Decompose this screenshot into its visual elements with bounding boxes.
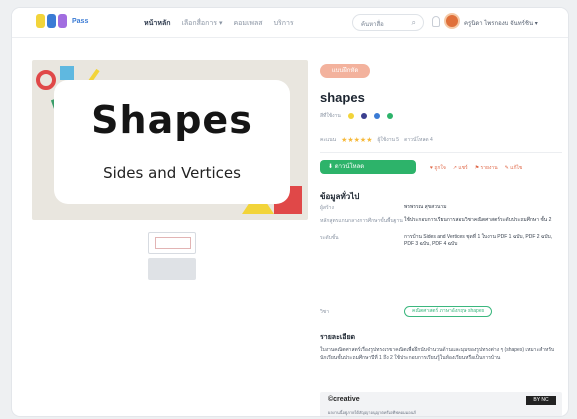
category-tag[interactable]: แบบฝึกหัด	[320, 64, 370, 78]
color-swatch-green	[386, 113, 393, 119]
subject-chip[interactable]: คณิตศาสตร์ ภาษาอังกฤษ shapes	[404, 306, 493, 317]
users-count: ผู้ใช้งาน 5	[377, 137, 400, 143]
license-box: ©creative BY NC ผลงานนี้อยู่ภายใต้สัญญาอ…	[320, 392, 562, 416]
share-button[interactable]: ↗ แชร์	[453, 164, 468, 172]
description-heading: รายละเอียด	[320, 334, 356, 341]
color-swatch-yellow	[347, 113, 354, 119]
preview-subtitle: Sides and Vertices	[103, 164, 241, 182]
nav-item-services[interactable]: บริการ	[274, 18, 294, 29]
info-heading: ข้อมูลทั่วไป	[320, 192, 360, 201]
thumbnail-content	[155, 237, 191, 249]
nav-item-materials[interactable]: เลือกสื่อการ ▾	[181, 18, 222, 29]
cc-logo: ©creative	[328, 396, 360, 403]
search-icon[interactable]: ⌕	[412, 18, 416, 28]
colors-row: สีที่ใช้งาน	[320, 112, 393, 120]
description-text: ใบงานคณิตศาสตร์เรื่องรูปทรงเรขาคณิตเพื่อ…	[320, 347, 555, 361]
search-placeholder: ค้นหาสื่อ	[361, 22, 384, 28]
subject-label: วิชา	[320, 309, 330, 315]
nav-item-home[interactable]: หน้าหลัก	[144, 18, 170, 29]
main-nav: หน้าหลัก เลือกสื่อการ ▾ คอมเพลส บริการ	[144, 18, 294, 29]
info-value: พรพรรณ สุขสวนาม	[404, 204, 447, 210]
site-logo[interactable]: Pass	[36, 14, 88, 28]
preview-title: Shapes	[91, 98, 253, 142]
colors-label: สีที่ใช้งาน	[320, 113, 341, 119]
info-row-level: ระดับชั้น การบ้าน Sides and Vertices ชุด…	[320, 234, 562, 274]
logo-mark-yellow	[36, 14, 45, 28]
info-value: การบ้าน Sides and Vertices ชุดที่ 1 ใบงา…	[404, 234, 553, 247]
cc-badge[interactable]: BY NC	[526, 396, 556, 405]
logo-text: Pass	[72, 17, 89, 25]
app-window: Pass หน้าหลัก เลือกสื่อการ ▾ คอมเพลส บริ…	[12, 8, 568, 416]
color-swatch-blue	[373, 113, 380, 119]
page-thumbnail-2[interactable]	[148, 258, 196, 280]
username-menu[interactable]: ครูนิดา ไพรกองบ จันทร์ชิน ▾	[464, 18, 538, 28]
star-rating[interactable]: ★★★★★	[341, 136, 372, 144]
preview-image[interactable]: Shapes Sides and Vertices	[32, 60, 308, 220]
color-swatch-navy	[360, 113, 367, 119]
download-label: ดาวน์โหลด	[334, 164, 365, 170]
divider	[320, 152, 562, 153]
like-button[interactable]: ♥ ถูกใจ	[430, 164, 446, 172]
bell-icon[interactable]	[432, 16, 440, 27]
info-row-creator: ผู้สร้าง พรพรรณ สุขสวนาม	[320, 204, 562, 217]
downloads-count: ดาวน์โหลด 4	[404, 137, 433, 143]
top-navbar: Pass หน้าหลัก เลือกสื่อการ ▾ คอมเพลส บริ…	[12, 8, 568, 38]
info-value: ใช้ประกอบการเรียนการสอนวิชาคณิตศาสตร์ระด…	[404, 217, 552, 223]
rating-row: คะแนน ★★★★★ ผู้ใช้งาน 5 ดาวน์โหลด 4	[320, 136, 433, 144]
avatar[interactable]	[444, 13, 460, 29]
info-key: หลักสูตรแกนกลางการศึกษาขั้นพื้นฐาน	[320, 218, 403, 224]
info-key: ผู้สร้าง	[320, 205, 334, 211]
logo-mark-purple	[58, 14, 67, 28]
info-table: ผู้สร้าง พรพรรณ สุขสวนาม หลักสูตรแกนกลาง…	[320, 204, 562, 274]
nav-item-complex[interactable]: คอมเพลส	[233, 18, 262, 29]
action-links: ♥ ถูกใจ ↗ แชร์ ⚑ รายงาน ✎ แก้ไข	[430, 164, 522, 172]
report-button[interactable]: ⚑ รายงาน	[475, 164, 498, 172]
page-thumbnail-1[interactable]	[148, 232, 196, 254]
license-text: ผลงานนี้อยู่ภายใต้สัญญาอนุญาตครีเอทีฟคอม…	[328, 410, 416, 415]
rating-label: คะแนน	[320, 137, 337, 143]
preview-card: Shapes Sides and Vertices	[54, 80, 290, 204]
info-key: ระดับชั้น	[320, 235, 339, 241]
edit-button[interactable]: ✎ แก้ไข	[505, 164, 523, 172]
info-row-curriculum: หลักสูตรแกนกลางการศึกษาขั้นพื้นฐาน ใช้ปร…	[320, 217, 562, 234]
search-input[interactable]: ค้นหาสื่อ ⌕	[352, 14, 424, 31]
material-title: shapes	[320, 90, 365, 105]
download-button[interactable]: ⬇ ดาวน์โหลด	[320, 160, 416, 174]
logo-mark-blue	[47, 14, 56, 28]
